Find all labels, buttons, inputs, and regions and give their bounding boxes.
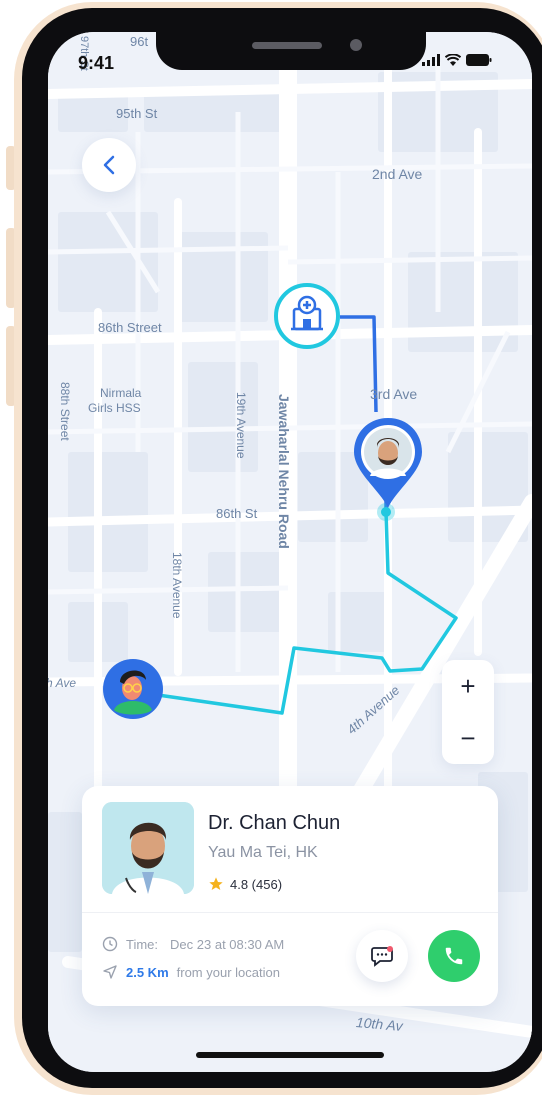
street-label-2nd-ave: 2nd Ave	[372, 166, 423, 182]
zoom-out-label: −	[460, 722, 476, 753]
hospital-marker[interactable]	[274, 283, 340, 349]
zoom-out-button[interactable]: −	[442, 712, 494, 764]
doctor-portrait-icon	[102, 802, 194, 894]
street-label-19th: 19th Avenue	[234, 392, 248, 459]
street-label-86th-st: 86th St	[216, 506, 258, 521]
wifi-icon	[445, 54, 461, 66]
distance-row: 2.5 Km from your location	[102, 964, 280, 980]
chat-button[interactable]	[356, 930, 408, 982]
battery-icon	[466, 54, 492, 66]
navigation-arrow-icon	[103, 965, 117, 979]
street-label-3rd-ave: 3rd Ave	[370, 386, 418, 402]
doctor-photo	[102, 802, 194, 894]
speaker-grille	[252, 42, 322, 49]
zoom-in-button[interactable]: +	[442, 660, 494, 712]
card-divider	[82, 912, 498, 913]
chevron-left-icon	[103, 155, 115, 175]
street-label-jawaharlal-nehru: Jawaharlal Nehru Road	[276, 394, 292, 549]
street-label-5th-ave: 5th Ave	[48, 676, 77, 690]
street-label-88th: 88th Street	[58, 382, 72, 441]
patient-avatar[interactable]	[102, 658, 164, 720]
zoom-in-label: +	[460, 670, 476, 701]
clock-icon	[102, 936, 118, 952]
phone-icon	[445, 947, 463, 965]
street-label-95: 95th St	[116, 106, 158, 121]
doctor-name: Dr. Chan Chun	[208, 812, 341, 834]
map-pin-icon	[354, 418, 422, 508]
doctor-location: Yau Ma Tei, HK	[208, 844, 318, 861]
star-icon	[209, 877, 223, 890]
doctor-location-pin[interactable]	[350, 416, 426, 512]
phone-screen: 96t 97th St 95th St 2nd Ave 86th Street …	[48, 32, 532, 1072]
rating-value: 4.8 (456)	[230, 876, 283, 892]
status-time: 9:41	[78, 53, 115, 73]
status-icons	[422, 54, 492, 66]
landmark-label-girls-hss: Girls HSS	[88, 401, 141, 415]
time-value: Dec 23 at 08:30 AM	[170, 936, 285, 952]
landmark-label-nirmala: Nirmala	[100, 386, 142, 400]
doctor-info-card[interactable]: Dr. Chan Chun Yau Ma Tei, HK 4.8 (456) T…	[82, 786, 498, 1006]
street-label-86th-street: 86th Street	[98, 320, 162, 335]
back-button[interactable]	[82, 138, 136, 192]
hospital-icon	[274, 283, 340, 349]
appointment-time-row: Time: Dec 23 at 08:30 AM	[102, 936, 284, 952]
doctor-rating: 4.8 (456)	[208, 876, 282, 892]
distance-value: 2.5 Km	[126, 964, 169, 980]
home-indicator[interactable]	[196, 1052, 384, 1058]
chat-icon	[371, 946, 393, 967]
patient-avatar-icon	[103, 659, 163, 719]
signal-icon	[422, 54, 440, 66]
front-camera	[350, 39, 362, 51]
notch	[156, 32, 426, 70]
time-label: Time:	[126, 936, 159, 952]
street-label-96: 96t	[130, 34, 149, 49]
call-button[interactable]	[428, 930, 480, 982]
distance-suffix: from your location	[176, 964, 280, 980]
street-label-18th: 18th Avenue	[170, 552, 184, 619]
zoom-control: + −	[442, 660, 494, 764]
